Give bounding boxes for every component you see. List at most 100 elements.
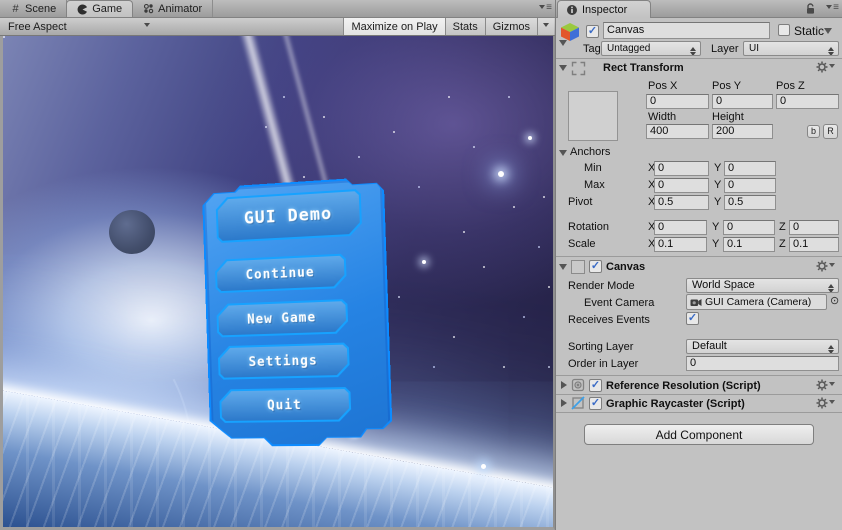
add-component-button[interactable]: Add Component — [584, 424, 814, 445]
gameobject-active-checkbox[interactable]: ✓ — [586, 25, 599, 38]
scale-z-value: 0.1 — [793, 238, 809, 250]
scale-x-field[interactable]: 0.1 — [654, 237, 707, 252]
rect-transform-icon — [571, 61, 586, 76]
canvas-gear-icon[interactable] — [816, 260, 835, 272]
settings-button[interactable]: Settings — [218, 342, 350, 379]
static-dropdown-caret[interactable] — [824, 28, 832, 38]
scale-z-field[interactable]: 0.1 — [789, 237, 839, 252]
tab-game-label: Game — [92, 3, 123, 15]
game-viewport: GUI Demo Continue New Game Settings Quit — [0, 36, 555, 530]
canvas-enabled-checkbox[interactable]: ✓ — [589, 260, 602, 273]
caret-down-icon — [826, 4, 833, 12]
tab-game[interactable]: Game — [66, 0, 134, 17]
aspect-dropdown-label: Free Aspect — [8, 20, 67, 33]
receives-events-checkbox[interactable]: ✓ — [686, 312, 699, 325]
caret-down-icon — [543, 23, 549, 30]
reference-resolution-checkbox[interactable]: ✓ — [589, 379, 602, 392]
sorting-layer-label: Sorting Layer — [568, 341, 634, 353]
pos-y-value: 0 — [716, 95, 723, 107]
hamburger-icon: ≡ — [833, 2, 839, 13]
bright-star — [528, 136, 532, 140]
event-camera-object-field[interactable]: GUI Camera (Camera) — [686, 294, 827, 310]
tab-animator[interactable]: Animator — [133, 0, 214, 17]
graphic-raycaster-foldout[interactable] — [561, 399, 571, 407]
reference-resolution-gear-icon[interactable] — [816, 379, 835, 391]
reference-resolution-title: Reference Resolution (Script) — [606, 380, 761, 392]
layer-dropdown[interactable]: UI — [743, 41, 839, 56]
aspect-dropdown[interactable]: Free Aspect — [0, 18, 158, 35]
canvas-foldout[interactable] — [559, 264, 567, 274]
rotation-y-field[interactable]: 0 — [723, 220, 775, 235]
updown-arrows-icon — [828, 342, 835, 353]
left-pane-menu-icon[interactable]: ≡ — [539, 2, 552, 13]
anchor-preview-box[interactable] — [568, 91, 618, 141]
gameobject-name-value: Canvas — [607, 24, 645, 36]
blueprint-mode-button[interactable]: b — [807, 125, 820, 138]
axis-y-label: Y — [712, 238, 720, 250]
render-mode-dropdown[interactable]: World Space — [686, 278, 839, 293]
order-in-layer-label: Order in Layer — [568, 358, 639, 370]
tag-dropdown[interactable]: Untagged — [601, 41, 701, 56]
anchor-max-y-field[interactable]: 0 — [724, 178, 776, 193]
rect-transform-gear-icon[interactable] — [816, 61, 835, 73]
object-picker-icon[interactable]: ⊙ — [830, 296, 839, 307]
icon-picker-caret[interactable] — [559, 40, 567, 50]
sorting-layer-dropdown[interactable]: Default — [686, 339, 839, 354]
stats-button[interactable]: Stats — [444, 18, 485, 35]
continue-button[interactable]: Continue — [215, 254, 347, 294]
rotation-z-field[interactable]: 0 — [789, 220, 839, 235]
anchors-foldout[interactable] — [559, 150, 567, 160]
lock-icon[interactable] — [805, 3, 816, 15]
info-icon — [567, 4, 577, 15]
pos-x-field[interactable]: 0 — [646, 94, 709, 109]
graphic-raycaster-gear-icon[interactable] — [816, 397, 835, 409]
checkmark-icon: ✓ — [687, 312, 698, 324]
maximize-on-play-button[interactable]: Maximize on Play — [343, 18, 445, 35]
width-field[interactable]: 400 — [646, 124, 709, 139]
anchor-min-x-field[interactable]: 0 — [654, 161, 709, 176]
separator — [556, 375, 842, 376]
graphic-raycaster-checkbox[interactable]: ✓ — [589, 397, 602, 410]
order-in-layer-field[interactable]: 0 — [686, 356, 839, 371]
rotation-x-field[interactable]: 0 — [654, 220, 707, 235]
tab-scene[interactable]: # Scene — [0, 0, 68, 17]
quit-button-label: Quit — [221, 389, 349, 421]
static-checkbox[interactable] — [778, 24, 790, 36]
render-mode-label: Render Mode — [568, 280, 635, 292]
left-dock: # Scene Game Animator ≡ Free Aspect Maxi… — [0, 0, 555, 530]
pivot-y-field[interactable]: 0.5 — [724, 195, 776, 210]
tab-inspector[interactable]: Inspector — [557, 0, 651, 18]
raw-edit-mode-button[interactable]: R — [823, 124, 838, 139]
gizmos-label: Gizmos — [492, 20, 530, 33]
axis-y-label: Y — [714, 196, 722, 208]
static-label: Static — [794, 24, 825, 38]
inspector-panel: Inspector ≡ ✓ Canvas Static Tag Untagged… — [555, 0, 842, 530]
new-game-button[interactable]: New Game — [216, 299, 348, 337]
hamburger-icon: ≡ — [546, 2, 552, 13]
pivot-x-field[interactable]: 0.5 — [654, 195, 709, 210]
scale-y-field[interactable]: 0.1 — [723, 237, 775, 252]
pos-z-field[interactable]: 0 — [776, 94, 839, 109]
reference-resolution-foldout[interactable] — [561, 381, 571, 389]
checkmark-icon: ✓ — [590, 260, 601, 272]
pos-z-value: 0 — [780, 95, 787, 107]
separator — [556, 394, 842, 395]
pos-y-field[interactable]: 0 — [712, 94, 773, 109]
gizmos-dropdown-caret[interactable] — [537, 18, 554, 35]
bright-star — [422, 260, 426, 264]
quit-button[interactable]: Quit — [219, 387, 351, 423]
width-label: Width — [648, 111, 677, 123]
inspector-pane-menu-icon[interactable]: ≡ — [826, 2, 839, 13]
rect-transform-foldout[interactable] — [559, 65, 567, 75]
order-in-layer-value: 0 — [690, 357, 697, 369]
gizmos-button[interactable]: Gizmos — [484, 18, 537, 35]
height-field[interactable]: 200 — [712, 124, 773, 139]
add-component-label: Add Component — [655, 427, 743, 442]
max-label: Max — [584, 179, 605, 191]
anchor-min-y-field[interactable]: 0 — [724, 161, 776, 176]
anchor-max-x-field[interactable]: 0 — [654, 178, 709, 193]
gameobject-name-field[interactable]: Canvas — [603, 22, 770, 39]
scene-grid-icon: # — [12, 2, 19, 15]
checkmark-icon: ✓ — [590, 397, 601, 409]
max-x-value: 0 — [658, 179, 665, 191]
